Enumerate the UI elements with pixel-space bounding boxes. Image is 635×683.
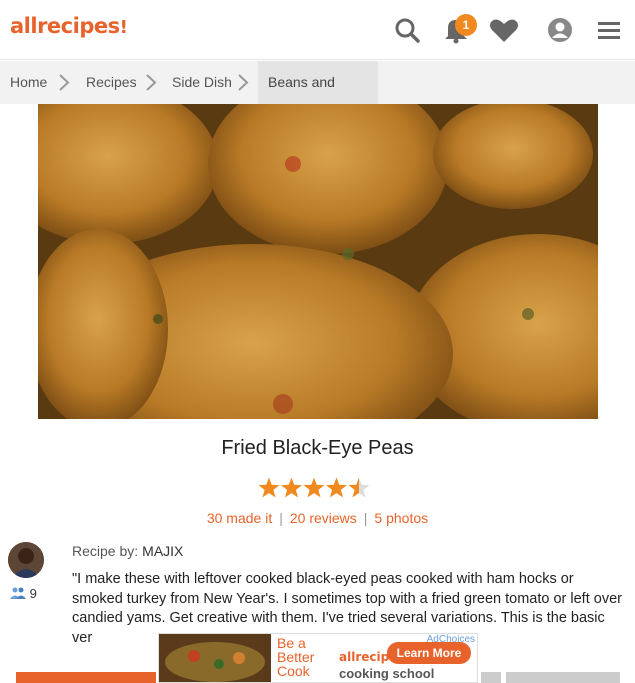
author-name[interactable]: MAJIX bbox=[142, 543, 183, 559]
followers-number: 9 bbox=[29, 586, 37, 601]
adchoices-link[interactable]: AdChoices bbox=[427, 634, 475, 645]
recipe-by-label: Recipe by: bbox=[72, 543, 139, 559]
cooking-school-ad[interactable]: Be a Better Cook allrecipes cooking scho… bbox=[158, 633, 478, 683]
chevron-right-icon bbox=[238, 74, 249, 91]
photos-link[interactable]: 5 photos bbox=[374, 510, 428, 526]
ad-food-image bbox=[159, 634, 271, 682]
action-button-secondary[interactable] bbox=[481, 672, 501, 683]
followers-count[interactable]: 9 bbox=[10, 586, 37, 601]
notification-badge: 1 bbox=[455, 14, 477, 36]
recipe-photo[interactable] bbox=[38, 104, 598, 419]
breadcrumb-recipes[interactable]: Recipes bbox=[86, 61, 137, 104]
heart-icon[interactable] bbox=[488, 14, 520, 46]
profile-icon[interactable] bbox=[544, 14, 576, 46]
author-avatar[interactable] bbox=[8, 542, 44, 578]
ad-headline: Be a Better Cook bbox=[277, 635, 315, 679]
chevron-right-icon bbox=[146, 74, 157, 91]
rating-star bbox=[348, 477, 370, 498]
followers-icon bbox=[10, 587, 26, 599]
made-it-link[interactable]: 30 made it bbox=[207, 510, 272, 526]
site-header: allrecipes! 1 bbox=[0, 0, 635, 60]
breadcrumb: Home Recipes Side Dish Beans and Peas bbox=[0, 61, 635, 133]
allrecipes-logo[interactable]: allrecipes! bbox=[10, 14, 128, 38]
ad-subbrand: cooking school bbox=[339, 666, 435, 681]
action-button-tertiary[interactable] bbox=[506, 672, 620, 683]
recipe-title: Fried Black-Eye Peas bbox=[221, 437, 414, 459]
search-icon[interactable] bbox=[391, 14, 423, 46]
recipe-byline: Recipe by: MAJIX bbox=[72, 543, 183, 559]
action-button-primary[interactable] bbox=[16, 672, 156, 683]
rating-star bbox=[258, 477, 280, 498]
breadcrumb-home[interactable]: Home bbox=[10, 61, 47, 104]
rating-stars[interactable] bbox=[258, 476, 370, 500]
menu-icon[interactable] bbox=[594, 14, 626, 46]
rating-star bbox=[303, 477, 325, 498]
reviews-link[interactable]: 20 reviews bbox=[290, 510, 357, 526]
breadcrumb-beans-and-peas[interactable]: Beans and Peas bbox=[258, 61, 378, 133]
rating-star bbox=[326, 477, 347, 498]
chevron-right-icon bbox=[59, 74, 70, 91]
learn-more-button[interactable]: Learn More bbox=[387, 642, 471, 664]
breadcrumb-side-dish[interactable]: Side Dish bbox=[172, 61, 232, 104]
rating-star bbox=[281, 477, 302, 498]
recipe-stats: 30 made it | 20 reviews | 5 photos bbox=[206, 510, 429, 526]
